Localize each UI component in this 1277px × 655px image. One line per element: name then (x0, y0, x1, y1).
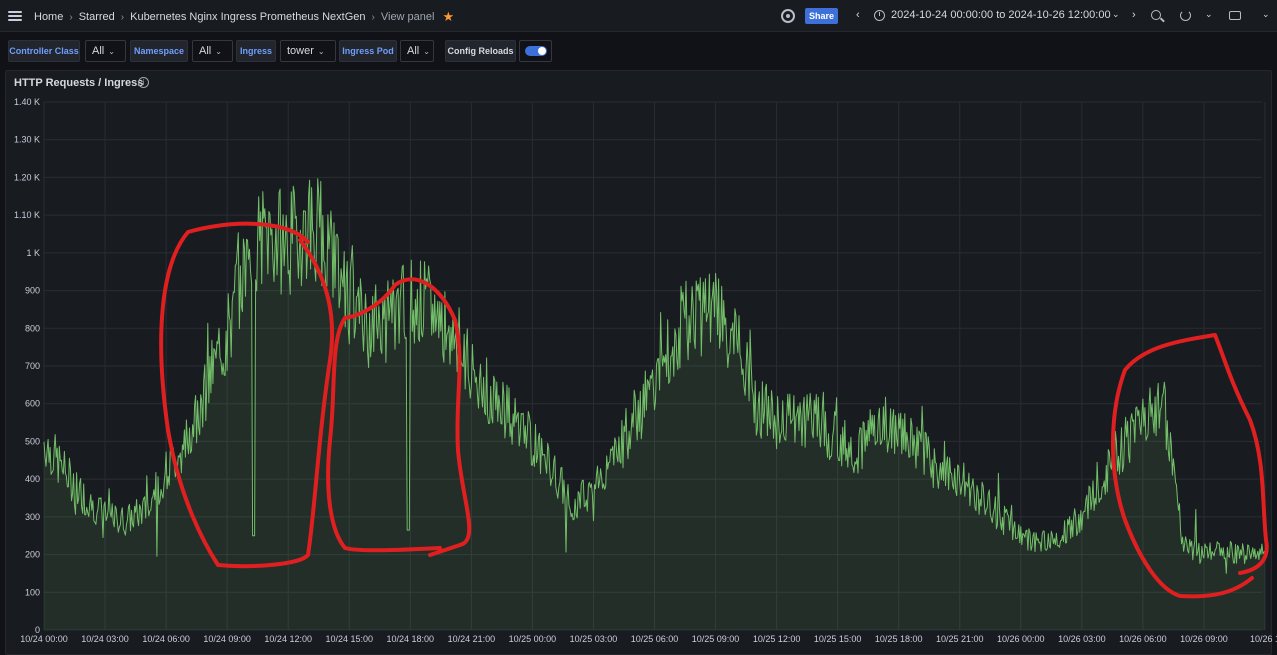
x-tick-label: 10/26 1 (1250, 634, 1277, 644)
y-tick-label: 1.10 K (14, 210, 40, 220)
x-tick-label: 10/26 09:00 (1180, 634, 1228, 644)
x-tick-label: 10/24 21:00 (448, 634, 496, 644)
x-tick-label: 10/24 15:00 (325, 634, 373, 644)
x-tick-label: 10/24 18:00 (387, 634, 435, 644)
x-tick-label: 10/25 09:00 (692, 634, 740, 644)
x-tick-label: 10/24 12:00 (264, 634, 312, 644)
y-tick-label: 1.20 K (14, 172, 40, 182)
x-tick-label: 10/25 18:00 (875, 634, 923, 644)
y-tick-label: 900 (25, 286, 40, 296)
x-tick-label: 10/26 06:00 (1119, 634, 1167, 644)
y-tick-label: 300 (25, 512, 40, 522)
x-tick-label: 10/24 09:00 (203, 634, 251, 644)
y-tick-label: 600 (25, 399, 40, 409)
x-tick-label: 10/24 00:00 (20, 634, 68, 644)
y-tick-label: 1.30 K (14, 135, 40, 145)
x-tick-label: 10/25 21:00 (936, 634, 984, 644)
x-tick-label: 10/25 03:00 (570, 634, 618, 644)
x-tick-label: 10/24 06:00 (142, 634, 190, 644)
x-tick-label: 10/26 03:00 (1058, 634, 1106, 644)
chart-area[interactable]: 01002003004005006007008009001 K1.10 K1.2… (0, 0, 1277, 655)
x-tick-label: 10/24 03:00 (81, 634, 129, 644)
y-tick-label: 400 (25, 474, 40, 484)
x-tick-label: 10/25 00:00 (509, 634, 557, 644)
x-tick-label: 10/25 15:00 (814, 634, 862, 644)
y-tick-label: 1 K (26, 248, 40, 258)
x-tick-label: 10/26 00:00 (997, 634, 1045, 644)
y-tick-label: 500 (25, 436, 40, 446)
y-tick-label: 100 (25, 587, 40, 597)
y-tick-label: 800 (25, 323, 40, 333)
y-tick-label: 200 (25, 550, 40, 560)
x-tick-label: 10/25 06:00 (631, 634, 679, 644)
y-tick-label: 700 (25, 361, 40, 371)
y-tick-label: 1.40 K (14, 97, 40, 107)
x-tick-label: 10/25 12:00 (753, 634, 801, 644)
